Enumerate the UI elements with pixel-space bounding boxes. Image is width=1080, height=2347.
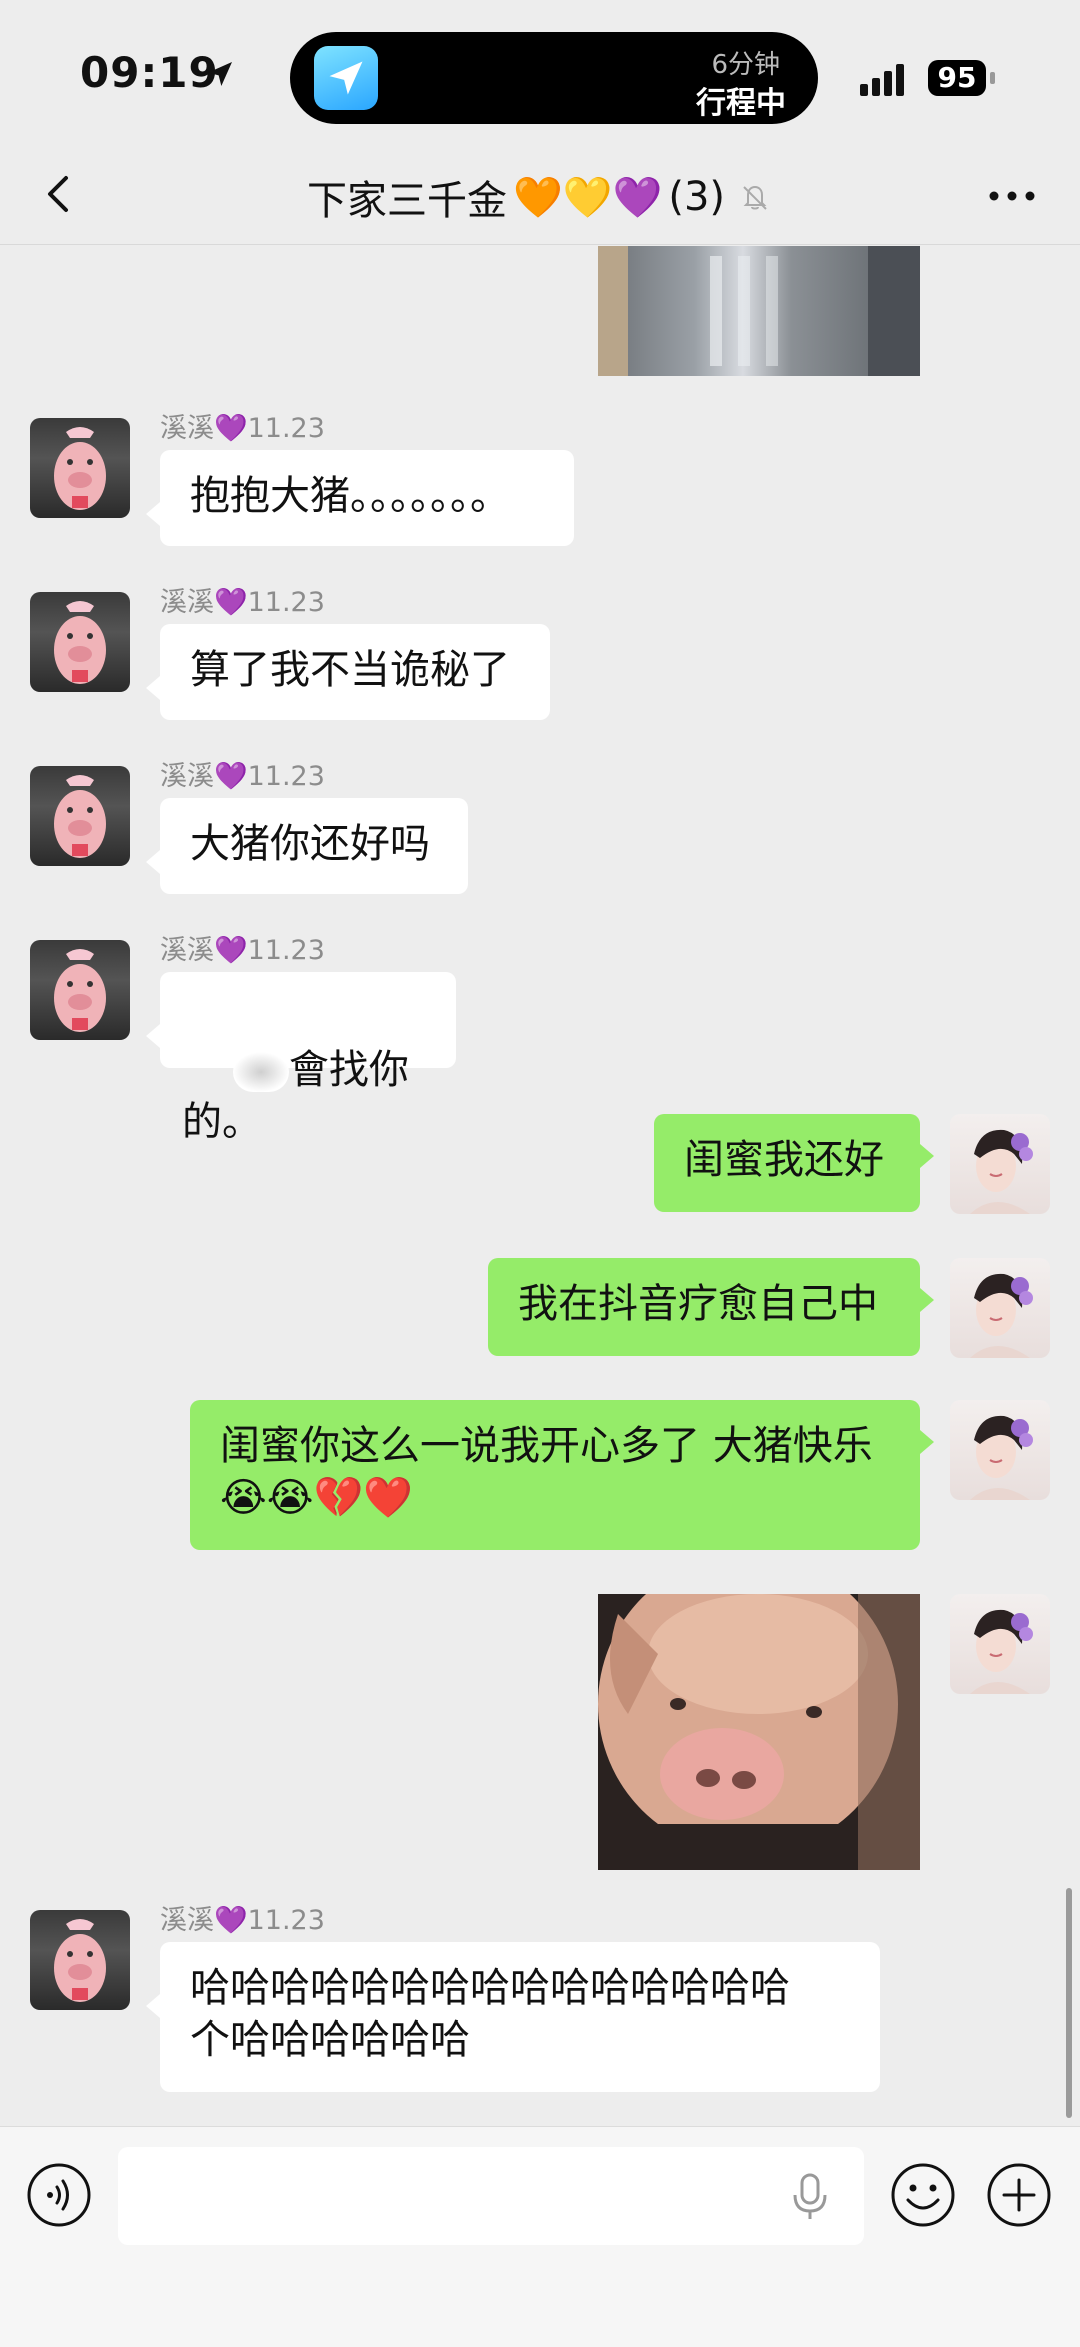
bubble-tail [146,676,160,700]
status-time: 09:19 [80,48,219,97]
plus-icon[interactable] [986,2162,1052,2228]
blurred-text [232,1052,289,1092]
pig-avatar-image [54,1919,106,2002]
chat-title[interactable]: 下家三千金 🧡💛💜 (3) [0,168,1080,226]
status-bar: 09:19 6分钟 行程中 95 [0,0,1080,150]
bubble-tail [146,1994,160,2018]
girl-avatar-image [970,1129,1033,1214]
message-image[interactable] [598,1594,920,1870]
microphone-icon[interactable] [790,2171,830,2221]
location-arrow-icon [208,62,232,86]
message-bubble[interactable]: 闺蜜你这么一说我开心多了 大猪快乐 😭😭💔❤️ [190,1400,920,1550]
smiley-icon[interactable] [890,2162,956,2228]
chat-header: 下家三千金 🧡💛💜 (3) [0,150,1080,245]
member-count: (3) [668,174,726,220]
girl-avatar-image [970,1273,1033,1358]
sender-name: 溪溪💜11.23 [160,413,325,444]
chat-title-text: 下家三千金 [306,178,507,224]
bubble-tail [146,850,160,874]
message-bubble[interactable]: 算了我不当诡秘了 [160,624,550,720]
avatar[interactable] [30,418,130,518]
message-bubble[interactable]: 會找你的。 [160,972,456,1145]
pig-avatar-image [54,949,106,1032]
bubble-tail [920,1144,934,1168]
chat-title-emojis: 🧡💛💜 [512,174,663,221]
bubble-tail [146,1024,160,1048]
sender-name: 溪溪💜11.23 [160,1905,325,1936]
avatar[interactable] [30,1910,130,2010]
more-dots-icon[interactable] [982,178,1042,214]
input-bar [0,2126,1080,2347]
navigation-app-icon [314,46,378,110]
girl-avatar-image [970,1415,1033,1500]
message-image[interactable] [598,246,920,376]
message-bubble[interactable]: 哈哈哈哈哈哈哈哈哈哈哈哈哈哈哈 个哈哈哈哈哈哈 [160,1942,880,2092]
voice-wave-icon[interactable] [26,2162,92,2228]
pig-avatar-image [54,427,106,510]
message-bubble[interactable]: 闺蜜我还好 [654,1114,920,1212]
message-list[interactable]: 溪溪💜11.23 抱抱大猪。。。。。。。 溪溪💜11.23 算了我不当诡秘了 溪… [0,246,1080,2126]
island-duration: 6分钟 [711,50,780,80]
battery-level: 95 [928,60,986,96]
avatar[interactable] [950,1258,1050,1358]
photo-content [598,246,920,376]
battery-tip [990,72,995,84]
sender-name: 溪溪💜11.23 [160,935,325,966]
avatar[interactable] [950,1594,1050,1694]
chat-scrollbar[interactable] [1066,1888,1072,2118]
message-bubble[interactable]: 大猪你还好吗 [160,798,468,894]
pig-avatar-image [54,601,106,684]
dynamic-island[interactable]: 6分钟 行程中 [290,32,818,124]
pig-photo [598,1594,920,1870]
avatar[interactable] [950,1400,1050,1500]
cellular-signal-icon [860,64,904,96]
island-status: 行程中 [696,86,786,121]
bell-slash-icon [743,185,767,210]
avatar[interactable] [30,766,130,866]
bubble-tail [920,1430,934,1454]
bubble-tail [920,1288,934,1312]
message-bubble[interactable]: 我在抖音疗愈自己中 [488,1258,920,1356]
sender-name: 溪溪💜11.23 [160,761,325,792]
message-bubble[interactable]: 抱抱大猪。。。。。。。 [160,450,574,546]
message-text: 會找你的。 [182,1047,409,1145]
pig-avatar-image [54,775,106,858]
avatar[interactable] [30,592,130,692]
message-input[interactable] [118,2147,864,2245]
sender-name: 溪溪💜11.23 [160,587,325,618]
avatar[interactable] [950,1114,1050,1214]
girl-avatar-image [970,1609,1033,1694]
bubble-tail [146,502,160,526]
avatar[interactable] [30,940,130,1040]
